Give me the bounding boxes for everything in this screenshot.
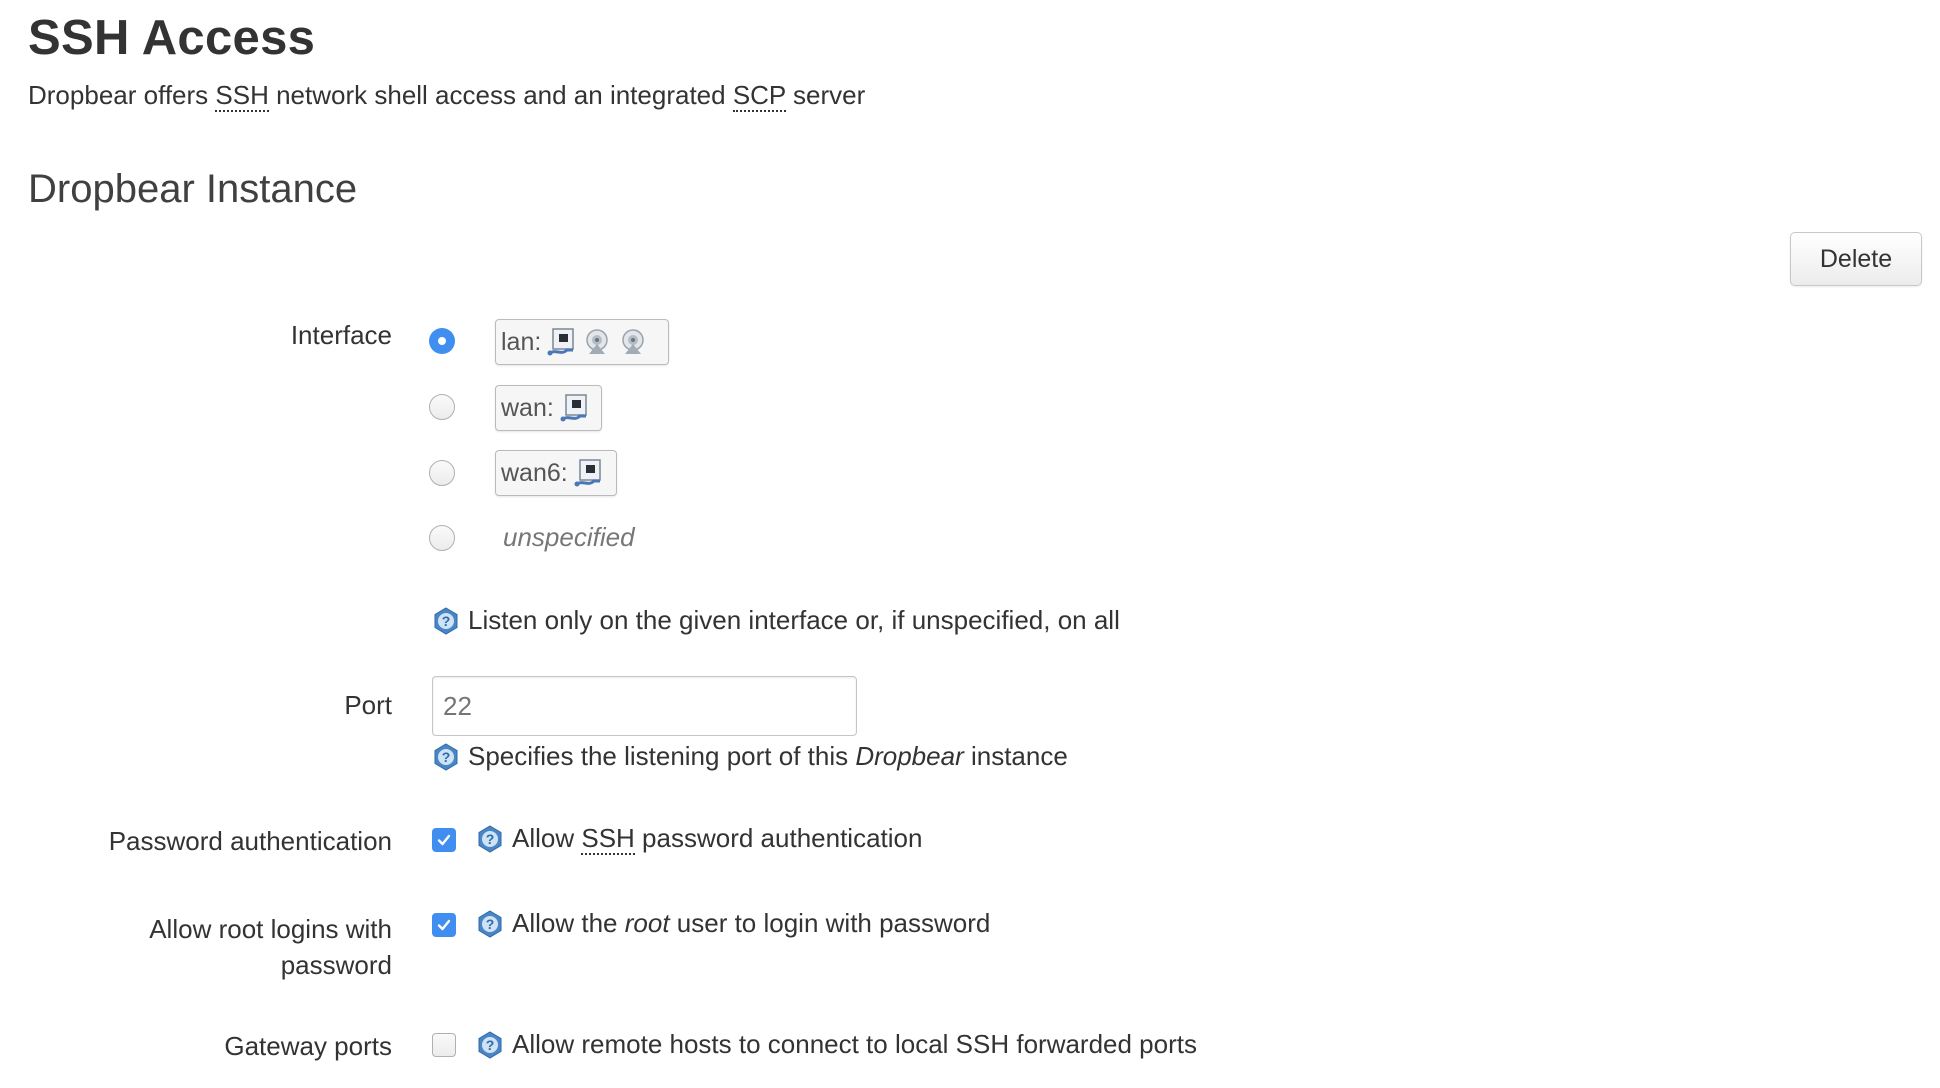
radio-wan6[interactable]: [429, 460, 455, 486]
port-help-text: Specifies the listening port of this Dro…: [468, 741, 1068, 772]
help-text-emphasis: root: [624, 908, 670, 938]
label-line: password: [280, 950, 392, 980]
password-auth-checkbox[interactable]: [432, 828, 456, 852]
radio-lan[interactable]: [429, 328, 455, 354]
help-icon: ?: [478, 909, 502, 938]
svg-text:?: ?: [442, 613, 451, 629]
interface-name: wan6:: [501, 458, 568, 487]
gateway-ports-checkbox[interactable]: [432, 1033, 456, 1057]
interface-badge-wan[interactable]: wan:: [495, 385, 602, 431]
root-login-help: ? Allow the root user to login with pass…: [476, 908, 990, 939]
port-help: ? Specifies the listening port of this D…: [432, 741, 1068, 772]
page-description: Dropbear offers SSH network shell access…: [28, 80, 866, 112]
interface-name: wan:: [501, 393, 554, 422]
svg-text:?: ?: [486, 1037, 495, 1053]
password-auth-help: ? Allow SSH password authentication: [476, 823, 923, 855]
ethernet-port-icon: [574, 459, 601, 487]
page-title: SSH Access: [28, 11, 316, 65]
svg-text:?: ?: [486, 916, 495, 932]
delete-button[interactable]: Delete: [1790, 232, 1922, 286]
help-icon: ?: [434, 606, 458, 635]
help-text-part: Specifies the listening port of this: [468, 741, 856, 771]
ssh-abbr: SSH: [581, 823, 635, 855]
gateway-ports-label: Gateway ports: [224, 1031, 392, 1061]
password-auth-help-text: Allow SSH password authentication: [512, 823, 923, 855]
wireless-icon: [586, 329, 609, 354]
interface-option-unspecified: unspecified: [503, 522, 635, 552]
help-icon: ?: [434, 742, 458, 771]
gateway-ports-help-text: Allow remote hosts to connect to local S…: [512, 1029, 1197, 1059]
ethernet-port-icon: [560, 394, 587, 422]
svg-text:?: ?: [442, 749, 451, 765]
interface-help-text: Listen only on the given interface or, i…: [468, 605, 1120, 635]
help-icon: ?: [478, 1030, 502, 1059]
help-text-emphasis: Dropbear: [855, 741, 964, 771]
interface-help: ? Listen only on the given interface or,…: [432, 605, 1120, 636]
help-icon: ?: [478, 824, 502, 853]
ethernet-port-icon: [547, 328, 575, 356]
label-line: Allow root logins with: [149, 914, 392, 944]
help-text-part: user to login with password: [669, 908, 991, 938]
port-input[interactable]: [432, 676, 857, 736]
svg-text:?: ?: [486, 831, 495, 847]
root-login-checkbox[interactable]: [432, 913, 456, 937]
ssh-abbr: SSH: [215, 80, 269, 112]
gateway-ports-help: ? Allow remote hosts to connect to local…: [476, 1029, 1197, 1060]
scp-abbr: SCP: [732, 80, 786, 112]
interface-badge-wan6[interactable]: wan6:: [495, 450, 617, 496]
wireless-icon: [622, 329, 645, 354]
interface-name: lan:: [501, 327, 542, 356]
description-text: Dropbear offers: [28, 80, 216, 110]
help-text-part: Allow: [512, 823, 582, 853]
root-login-label: Allow root logins with password: [149, 911, 392, 983]
help-text-part: password authentication: [634, 823, 923, 853]
port-label: Port: [344, 690, 392, 720]
section-title: Dropbear Instance: [28, 167, 358, 211]
interface-label: Interface: [290, 320, 392, 350]
root-login-help-text: Allow the root user to login with passwo…: [512, 908, 990, 939]
password-auth-label: Password authentication: [108, 826, 392, 856]
interface-badge-lan[interactable]: lan:: [495, 319, 669, 365]
description-text: server: [785, 80, 866, 110]
checkmark-icon: [437, 834, 451, 846]
description-text: network shell access and an integrated: [268, 80, 733, 110]
checkmark-icon: [437, 919, 451, 931]
radio-wan[interactable]: [429, 394, 455, 420]
radio-unspecified[interactable]: [429, 525, 455, 551]
help-text-part: instance: [963, 741, 1068, 771]
help-text-part: Allow the: [512, 908, 625, 938]
